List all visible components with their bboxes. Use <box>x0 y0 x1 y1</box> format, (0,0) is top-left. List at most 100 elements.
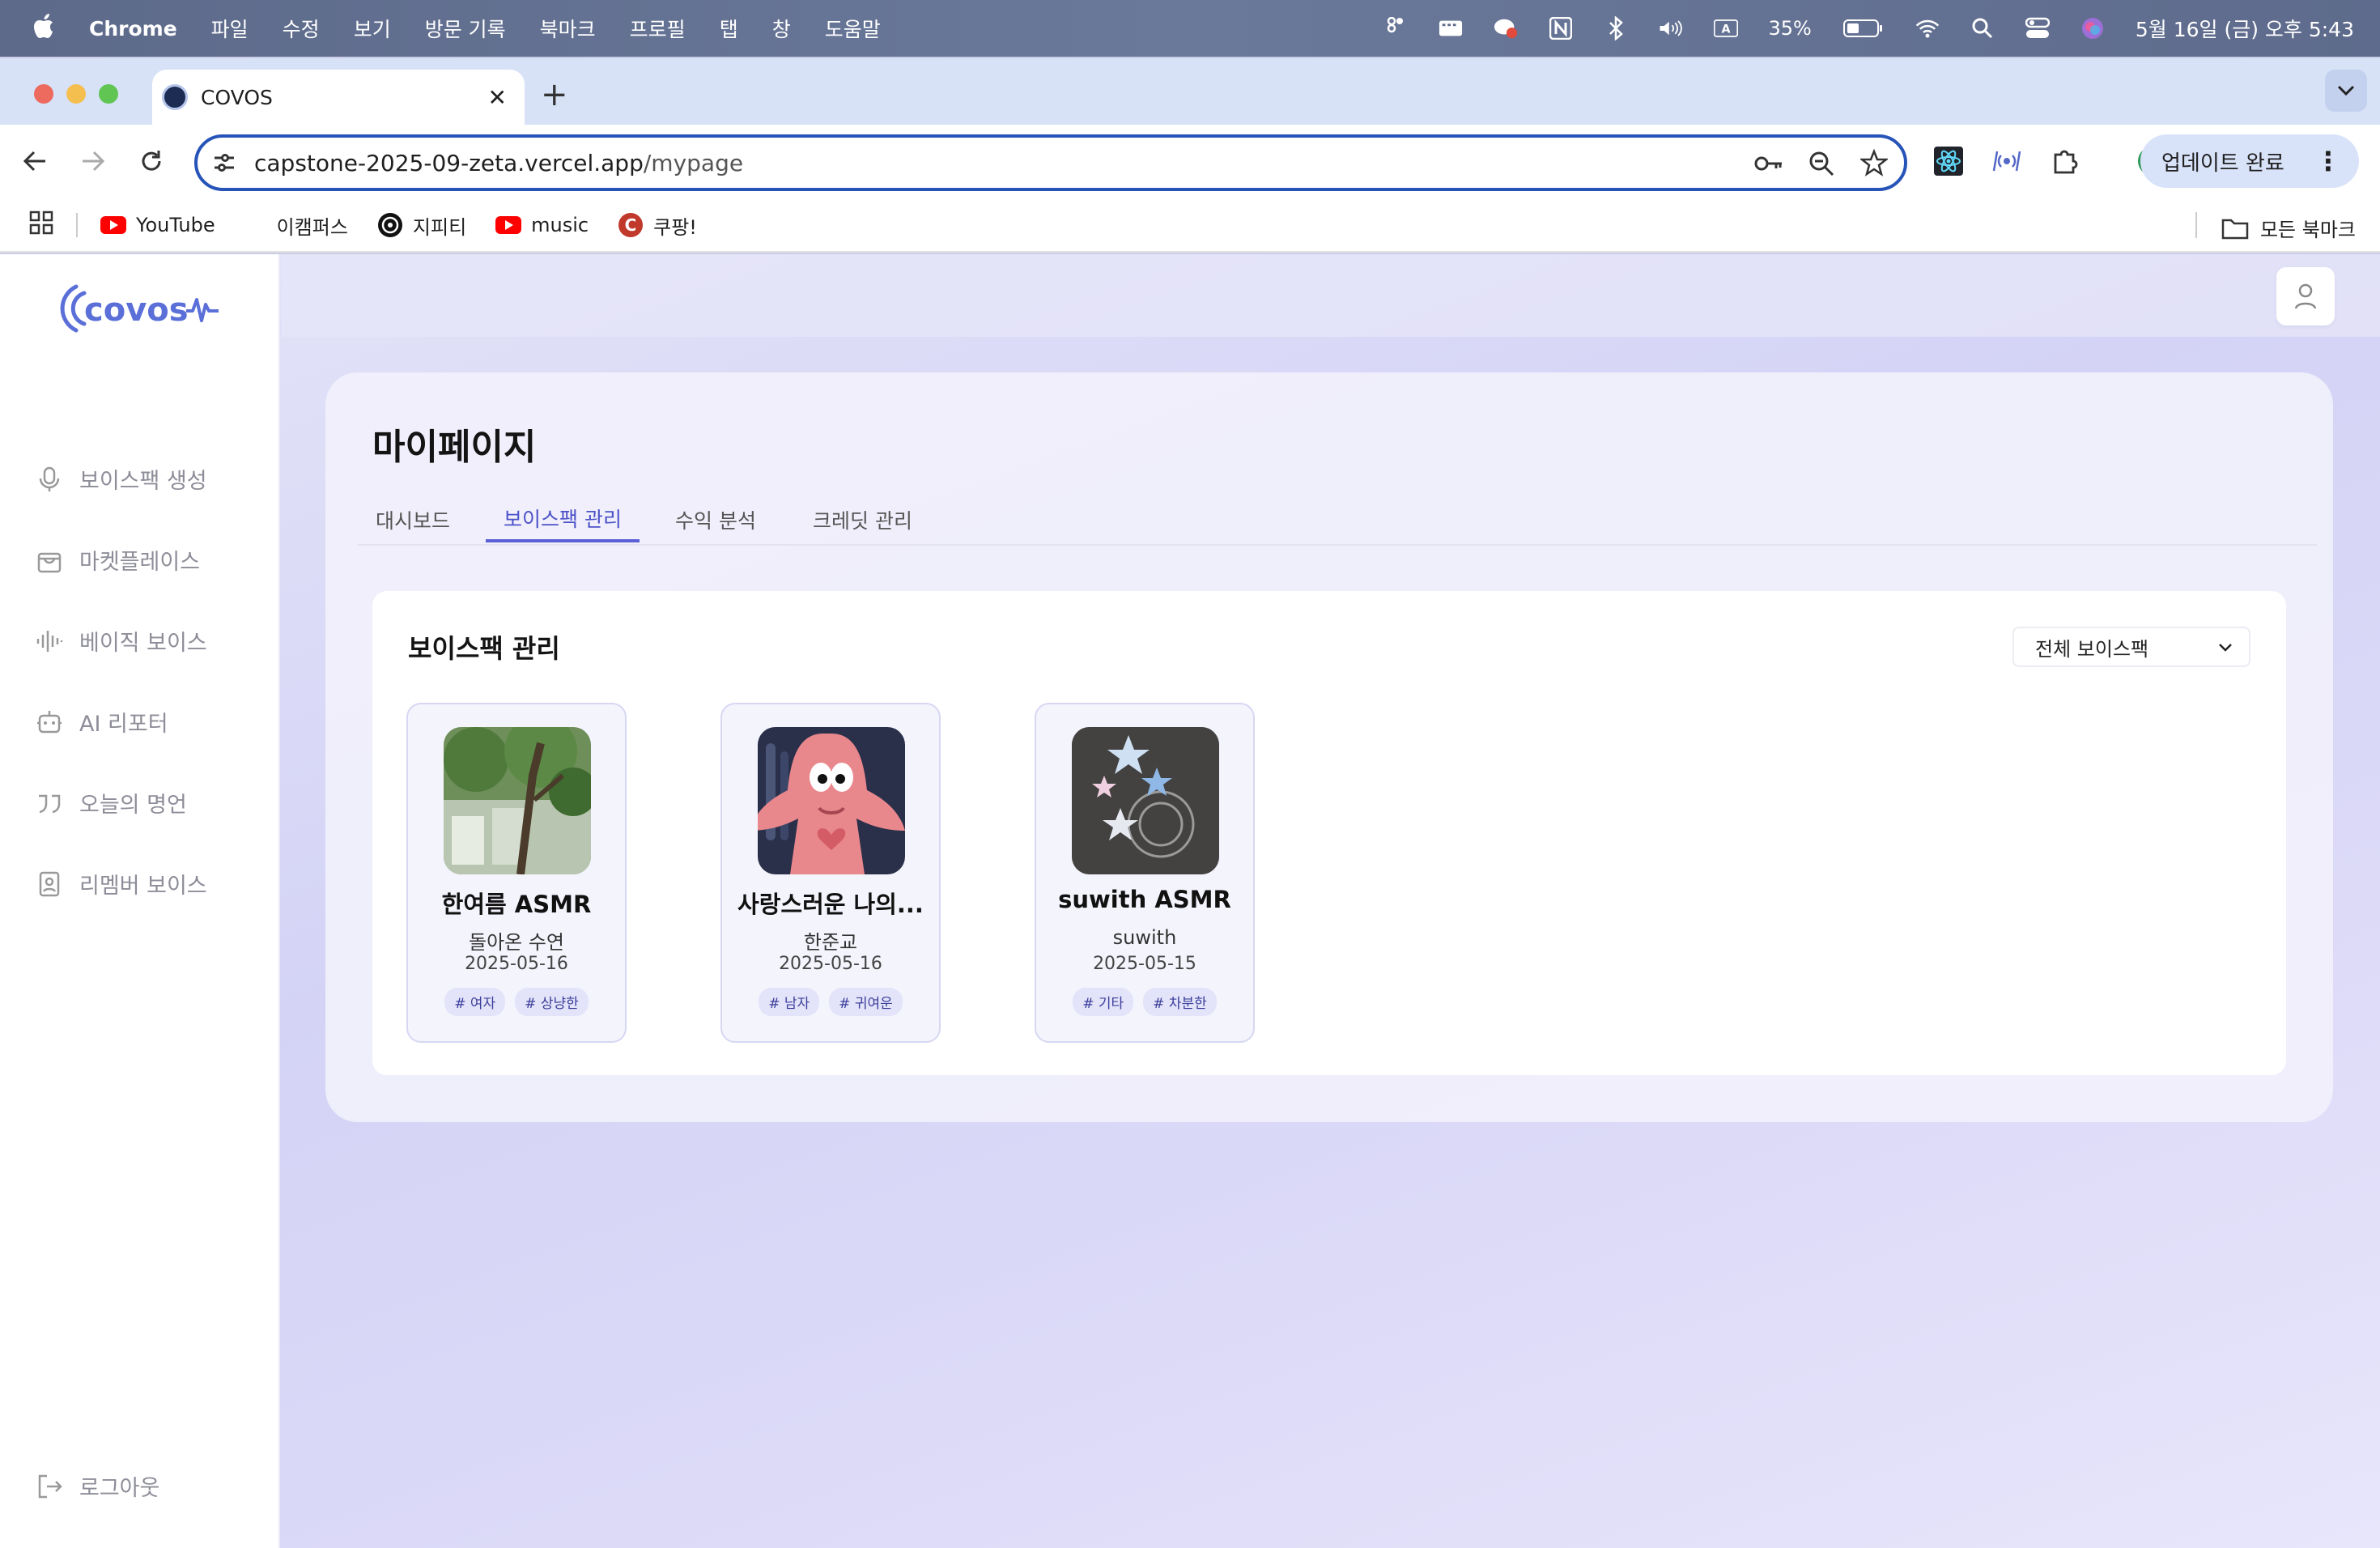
update-complete-button[interactable]: 업데이트 완료 ⋮ <box>2140 134 2359 188</box>
coupang-icon: C <box>618 213 644 237</box>
window-close-button[interactable] <box>34 84 53 104</box>
logout-button[interactable]: 로그아웃 <box>36 1470 159 1502</box>
menu-file[interactable]: 파일 <box>211 14 249 43</box>
bluetooth-icon[interactable] <box>1604 16 1628 40</box>
url-path: /mypage <box>643 149 744 176</box>
waveform-icon <box>36 630 63 652</box>
sidebar-item-basic-voice[interactable]: 베이직 보이스 <box>36 625 207 657</box>
section-title: 보이스팩 관리 <box>408 633 560 664</box>
sidebar-item-remember-voice[interactable]: 리멤버 보이스 <box>36 868 207 899</box>
mypage-card: 마이페이지 대시보드 보이스팩 관리 수익 분석 크레딧 관리 보이스팩 관리 … <box>325 372 2333 1122</box>
covos-logo[interactable]: covos <box>57 279 223 342</box>
tag-badge: # 남자 <box>759 988 820 1016</box>
voicepack-tags: # 여자 # 상냥한 <box>408 988 625 1016</box>
menu-profile[interactable]: 프로필 <box>630 14 686 43</box>
react-devtools-icon[interactable] <box>1928 141 1969 181</box>
voicepack-name: 한여름 ASMR <box>441 891 592 918</box>
kebab-menu-icon[interactable]: ⋮ <box>2315 146 2341 176</box>
bookmark-gpt[interactable]: 지피티 <box>377 211 466 240</box>
bookmark-label: 이캠퍼스 <box>276 215 348 239</box>
menu-window[interactable]: 창 <box>772 14 791 43</box>
sidebar-item-label: 보이스팩 생성 <box>79 469 207 494</box>
bookmark-music[interactable]: music <box>495 214 589 236</box>
back-button[interactable] <box>15 141 55 181</box>
window-zoom-button[interactable] <box>99 84 118 104</box>
menu-view[interactable]: 보기 <box>354 14 391 43</box>
sidebar-item-ai-reporter[interactable]: AI 리포터 <box>36 706 168 738</box>
password-key-icon[interactable] <box>1753 149 1784 181</box>
voicepack-thumbnail-starfish <box>758 727 905 874</box>
voicepack-thumbnail-stars <box>1072 727 1219 874</box>
svg-text:C: C <box>625 215 637 235</box>
battery-icon[interactable] <box>1842 18 1885 39</box>
menu-edit[interactable]: 수정 <box>283 14 320 43</box>
svg-text:A: A <box>1721 23 1730 36</box>
bookmark-ecampus[interactable]: 이캠퍼스 <box>277 211 348 240</box>
control-center-icon[interactable] <box>2025 17 2050 39</box>
voicepack-filter-select[interactable]: 전체 보이스팩 <box>2012 627 2250 667</box>
browser-tab-covos[interactable]: COVOS ✕ <box>152 70 525 125</box>
all-bookmarks-label: 모든 북마크 <box>2259 219 2356 241</box>
window-minimize-button[interactable] <box>66 84 86 104</box>
sidebar-item-label: 마켓플레이스 <box>79 550 201 575</box>
chevron-down-icon <box>2219 644 2232 652</box>
input-source-icon[interactable]: A <box>1713 18 1738 39</box>
macos-menu-bar: Chrome 파일 수정 보기 방문 기록 북마크 프로필 탭 창 도움말 A … <box>0 0 2380 57</box>
menu-history[interactable]: 방문 기록 <box>425 14 506 43</box>
address-bar[interactable]: capstone-2025-09-zeta.vercel.app/mypage <box>194 134 1907 191</box>
logo-text: covos <box>84 291 189 329</box>
menu-bookmarks[interactable]: 북마크 <box>540 14 596 43</box>
sidebar-item-daily-quote[interactable]: 오늘의 명언 <box>36 787 187 819</box>
battery-percent: 35% <box>1768 17 1812 40</box>
apps-grid-icon[interactable] <box>29 211 53 240</box>
site-settings-icon[interactable] <box>212 151 236 178</box>
tag-badge: # 차분한 <box>1143 988 1217 1016</box>
all-bookmarks-button[interactable]: 모든 북마크 <box>2221 214 2356 242</box>
spotlight-search-icon[interactable] <box>1970 18 1995 39</box>
bookmarks-divider <box>76 213 78 237</box>
bookmark-star-icon[interactable] <box>1859 148 1889 181</box>
tab-credit-manage[interactable]: 크레딧 관리 <box>795 497 930 542</box>
bookmark-coupang[interactable]: C 쿠팡! <box>618 211 697 240</box>
mic-icon <box>39 466 60 491</box>
chatgpt-icon <box>377 213 402 237</box>
menu-tab[interactable]: 탭 <box>720 14 738 43</box>
chat-notification-icon[interactable] <box>1494 18 1518 39</box>
menu-help[interactable]: 도움말 <box>825 14 881 43</box>
voicepack-name: suwith ASMR <box>1058 886 1231 913</box>
user-menu-button[interactable] <box>2276 267 2335 325</box>
extensions-puzzle-icon[interactable] <box>2045 141 2085 181</box>
sidebar-item-label: 베이직 보이스 <box>79 631 207 656</box>
bot-icon <box>37 710 62 733</box>
tab-revenue-analysis[interactable]: 수익 분석 <box>657 497 774 542</box>
new-tab-icon[interactable]: + <box>541 76 568 113</box>
wifi-icon[interactable] <box>1915 18 1940 39</box>
menu-app-chrome[interactable]: Chrome <box>89 17 177 40</box>
apple-icon[interactable] <box>34 13 57 44</box>
sidebar-item-marketplace[interactable]: 마켓플레이스 <box>36 544 200 576</box>
tab-search-button[interactable] <box>2325 70 2367 112</box>
siri-icon[interactable] <box>2080 18 2105 39</box>
volume-icon[interactable] <box>1659 18 1683 39</box>
sidebar: covos 보이스팩 생성 마켓플레이스 베이직 보이스 AI 리포터 오늘의 … <box>0 254 280 1548</box>
zoom-icon[interactable] <box>1808 149 1836 181</box>
menubar-clock[interactable]: 5월 16일 (금) 오후 5:43 <box>2136 14 2354 43</box>
forward-button[interactable] <box>73 141 113 181</box>
notion-icon[interactable] <box>1549 17 1573 40</box>
tab-close-icon[interactable]: ✕ <box>488 84 507 111</box>
bookmark-youtube[interactable]: YouTube <box>100 214 215 236</box>
keyboard-icon[interactable] <box>1439 18 1463 39</box>
voicepack-card[interactable]: suwith ASMR suwith 2025-05-15 # 기타 # 차분한 <box>1035 703 1255 1043</box>
reload-button[interactable] <box>131 141 172 181</box>
address-url[interactable]: capstone-2025-09-zeta.vercel.app/mypage <box>254 150 743 176</box>
figma-icon[interactable] <box>1383 17 1408 39</box>
sidebar-item-voicepack-create[interactable]: 보이스팩 생성 <box>36 463 207 495</box>
voicepack-card[interactable]: 한여름 ASMR 돌아온 수연 2025-05-16 # 여자 # 상냥한 <box>406 703 627 1043</box>
bookmark-label: music <box>531 214 589 236</box>
extension-broadcast-icon[interactable] <box>1987 141 2027 181</box>
tab-dashboard[interactable]: 대시보드 <box>358 497 468 542</box>
voicepack-card[interactable]: 사랑스러운 나의... 한준교 2025-05-16 # 남자 # 귀여운 <box>720 703 941 1043</box>
sidebar-item-label: 오늘의 명언 <box>79 793 187 818</box>
tag-badge: # 상냥한 <box>515 988 589 1016</box>
tab-voicepack-manage[interactable]: 보이스팩 관리 <box>486 497 640 542</box>
